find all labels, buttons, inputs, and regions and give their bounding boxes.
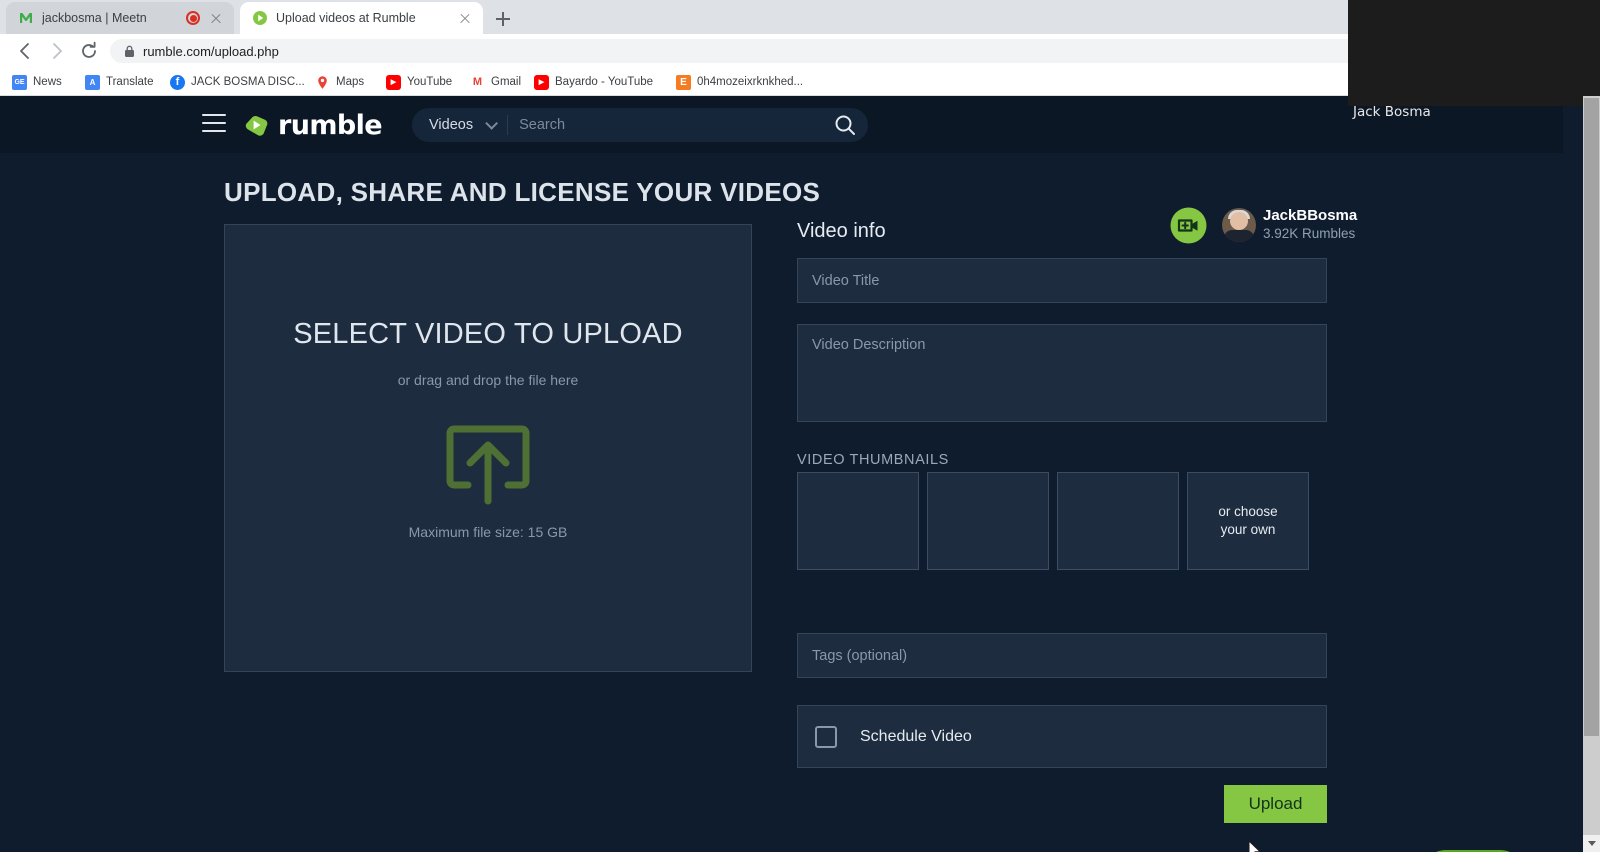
- add-video-icon[interactable]: [1170, 207, 1207, 244]
- video-call-overlay[interactable]: [1348, 0, 1600, 106]
- upload-arrow-icon: [442, 417, 534, 509]
- rumble-play-icon: [241, 110, 271, 140]
- google-maps-icon: [315, 75, 330, 90]
- bookmark-label: Translate: [106, 76, 154, 88]
- page-content: rumble Videos Search JackBBosma 3.92K Ru…: [0, 96, 1600, 852]
- choose-own-line2: your own: [1220, 522, 1276, 537]
- hamburger-menu-icon[interactable]: [202, 114, 226, 134]
- chevron-down-icon[interactable]: [485, 116, 499, 130]
- account-rumbles-count: 3.92K Rumbles: [1263, 226, 1356, 241]
- tab-recording-indicator-icon: [186, 11, 200, 25]
- dropzone-title: SELECT VIDEO TO UPLOAD: [293, 318, 683, 350]
- search-category-label[interactable]: Videos: [412, 117, 473, 133]
- close-icon[interactable]: [208, 10, 224, 26]
- bookmark-label: Bayardo - YouTube: [555, 76, 654, 88]
- forward-arrow-icon: [44, 38, 70, 64]
- rumble-wordmark: rumble: [278, 109, 383, 141]
- scrollbar-thumb[interactable]: [1584, 98, 1599, 736]
- scroll-down-button[interactable]: [1583, 835, 1600, 852]
- tab-title: Upload videos at Rumble: [276, 11, 416, 25]
- video-thumbnails-label: VIDEO THUMBNAILS: [797, 452, 949, 468]
- browser-window: jackbosma | Meetn Upload videos at Rumbl…: [0, 0, 1600, 852]
- account-username[interactable]: JackBBosma: [1263, 207, 1357, 224]
- schedule-video-label: Schedule Video: [860, 727, 972, 745]
- thumbnail-option-3[interactable]: [1057, 472, 1179, 570]
- avatar[interactable]: [1222, 208, 1256, 242]
- bookmark-translate[interactable]: A Translate: [85, 71, 154, 93]
- avatar-body: [1224, 230, 1254, 242]
- dropzone-subtitle: or drag and drop the file here: [397, 372, 579, 388]
- tags-input[interactable]: [797, 633, 1327, 678]
- reload-icon[interactable]: [76, 38, 102, 64]
- browser-tab-meetn[interactable]: jackbosma | Meetn: [6, 2, 234, 34]
- bookmark-0h4mozeixrknkhed[interactable]: E 0h4mozeixrknkhed...: [676, 71, 803, 93]
- rumble-favicon: [252, 10, 268, 26]
- meetn-favicon: [18, 10, 34, 26]
- search-input[interactable]: [519, 117, 822, 133]
- page-title: UPLOAD, SHARE AND LICENSE YOUR VIDEOS: [224, 177, 821, 207]
- choose-own-thumbnail-button[interactable]: or choose your own: [1187, 472, 1309, 570]
- facebook-icon: f: [170, 74, 185, 90]
- max-file-size-label: Maximum file size: 15 GB: [408, 524, 568, 540]
- choose-own-line1: or choose: [1218, 503, 1278, 519]
- video-thumbnails-row: or choose your own: [797, 472, 1327, 570]
- google-translate-icon: A: [85, 74, 100, 90]
- bookmark-label: JACK BOSMA DISC...: [191, 76, 305, 88]
- avatar-face: [1230, 212, 1248, 230]
- youtube-icon: ▶: [386, 74, 401, 90]
- back-arrow-icon[interactable]: [12, 38, 38, 64]
- search-bar[interactable]: Videos: [412, 108, 868, 142]
- bookmark-youtube[interactable]: ▶ YouTube: [386, 71, 452, 93]
- schedule-video-row[interactable]: Schedule Video: [797, 705, 1327, 768]
- browser-tab-rumble[interactable]: Upload videos at Rumble: [240, 2, 483, 34]
- upload-button[interactable]: Upload: [1224, 785, 1327, 823]
- bookmark-jack-bosma-disc[interactable]: f JACK BOSMA DISC...: [170, 71, 305, 93]
- google-news-icon: GE: [12, 74, 27, 90]
- mouse-cursor: [1248, 839, 1262, 852]
- bookmark-maps[interactable]: Maps: [315, 71, 364, 93]
- overlay-participant-name: Jack Bosma: [1353, 104, 1431, 120]
- tab-title: jackbosma | Meetn: [42, 11, 147, 25]
- video-description-input[interactable]: [797, 324, 1327, 422]
- rumble-logo[interactable]: rumble: [241, 109, 383, 141]
- bookmark-label: Maps: [336, 76, 365, 88]
- new-tab-button[interactable]: [492, 8, 514, 30]
- video-title-input[interactable]: [797, 258, 1327, 303]
- address-bar-url: rumble.com/upload.php: [143, 43, 279, 59]
- bookmark-label: YouTube: [407, 76, 453, 88]
- thumbnail-option-1[interactable]: [797, 472, 919, 570]
- vertical-scrollbar[interactable]: [1583, 96, 1600, 852]
- thumbnail-option-2[interactable]: [927, 472, 1049, 570]
- divider: [507, 115, 509, 135]
- search-icon[interactable]: [822, 108, 868, 142]
- lock-icon: [124, 45, 135, 58]
- youtube-icon: ▶: [534, 74, 549, 90]
- schedule-video-checkbox[interactable]: [815, 725, 837, 748]
- bookmark-news[interactable]: GE News: [12, 71, 62, 93]
- bookmark-label: 0h4mozeixrknkhed...: [697, 76, 804, 88]
- bookmark-label: News: [33, 76, 62, 88]
- video-dropzone[interactable]: SELECT VIDEO TO UPLOAD or drag and drop …: [224, 224, 752, 672]
- bookmark-gmail[interactable]: M Gmail: [470, 71, 521, 93]
- bookmark-label: Gmail: [491, 76, 522, 88]
- bookmark-bayardo-youtube[interactable]: ▶ Bayardo - YouTube: [534, 71, 653, 93]
- video-info-heading: Video info: [797, 220, 886, 242]
- evernote-icon: E: [676, 74, 691, 90]
- gmail-icon: M: [470, 74, 485, 90]
- close-icon[interactable]: [457, 10, 473, 26]
- address-bar[interactable]: rumble.com/upload.php: [110, 39, 1530, 63]
